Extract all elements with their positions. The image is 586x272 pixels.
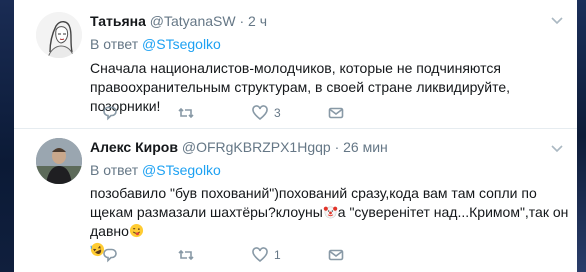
background-right bbox=[577, 0, 586, 272]
reply-button[interactable] bbox=[102, 104, 118, 122]
caret-down-icon[interactable] bbox=[549, 140, 565, 156]
tweet[interactable]: Алекс Киров @OFRgKBRZPX1Hgqp · 26 мин В … bbox=[14, 128, 577, 272]
message-icon bbox=[328, 107, 344, 119]
user-handle[interactable]: @OFRgKBRZPX1Hgqp bbox=[182, 139, 331, 155]
like-count: 1 bbox=[274, 248, 281, 262]
reply-timeline: Татьяна @TatyanaSW · 2 ч В ответ @STsego… bbox=[14, 0, 577, 272]
message-icon bbox=[328, 249, 344, 261]
display-name[interactable]: Татьяна bbox=[90, 13, 146, 29]
like-icon bbox=[252, 105, 268, 121]
display-name[interactable]: Алекс Киров bbox=[90, 139, 178, 155]
reply-mention-link[interactable]: @STsegolko bbox=[142, 162, 221, 178]
user-handle[interactable]: @TatyanaSW bbox=[150, 13, 236, 29]
reply-prefix: В ответ bbox=[90, 162, 139, 178]
like-count: 3 bbox=[274, 106, 281, 120]
direct-message-button[interactable] bbox=[328, 246, 344, 264]
background-left bbox=[0, 0, 14, 272]
retweet-button[interactable] bbox=[178, 246, 194, 264]
man-photo-avatar-icon bbox=[36, 138, 82, 184]
tweet-actions: 1 bbox=[90, 246, 390, 264]
retweet-icon bbox=[178, 107, 194, 119]
avatar[interactable] bbox=[36, 138, 82, 184]
reply-mention-link[interactable]: @STsegolko bbox=[142, 36, 221, 52]
like-icon bbox=[252, 247, 268, 263]
avatar[interactable] bbox=[36, 12, 82, 58]
tweet[interactable]: Татьяна @TatyanaSW · 2 ч В ответ @STsego… bbox=[14, 0, 577, 129]
woman-sketch-avatar-icon bbox=[36, 12, 82, 58]
reply-prefix: В ответ bbox=[90, 36, 139, 52]
direct-message-button[interactable] bbox=[328, 104, 344, 122]
retweet-icon bbox=[178, 249, 194, 261]
reply-context: В ответ @STsegolko bbox=[90, 162, 221, 178]
separator-dot: · bbox=[334, 139, 340, 155]
tweet-header: Алекс Киров @OFRgKBRZPX1Hgqp · 26 мин bbox=[90, 139, 388, 155]
reply-icon bbox=[103, 248, 117, 263]
retweet-button[interactable] bbox=[178, 104, 194, 122]
tweet-actions: 3 bbox=[90, 104, 390, 122]
timestamp[interactable]: 2 ч bbox=[248, 13, 267, 29]
clown-emoji-icon bbox=[323, 206, 338, 219]
reply-button[interactable] bbox=[102, 246, 118, 264]
reply-context: В ответ @STsegolko bbox=[90, 36, 221, 52]
reply-icon bbox=[103, 106, 117, 121]
timestamp[interactable]: 26 мин bbox=[343, 139, 388, 155]
caret-down-icon[interactable] bbox=[549, 12, 565, 28]
winking-tongue-emoji-icon bbox=[129, 223, 143, 238]
like-button[interactable]: 1 bbox=[252, 246, 281, 264]
tweet-header: Татьяна @TatyanaSW · 2 ч bbox=[90, 13, 267, 29]
separator-dot: · bbox=[239, 13, 245, 29]
like-button[interactable]: 3 bbox=[252, 104, 281, 122]
